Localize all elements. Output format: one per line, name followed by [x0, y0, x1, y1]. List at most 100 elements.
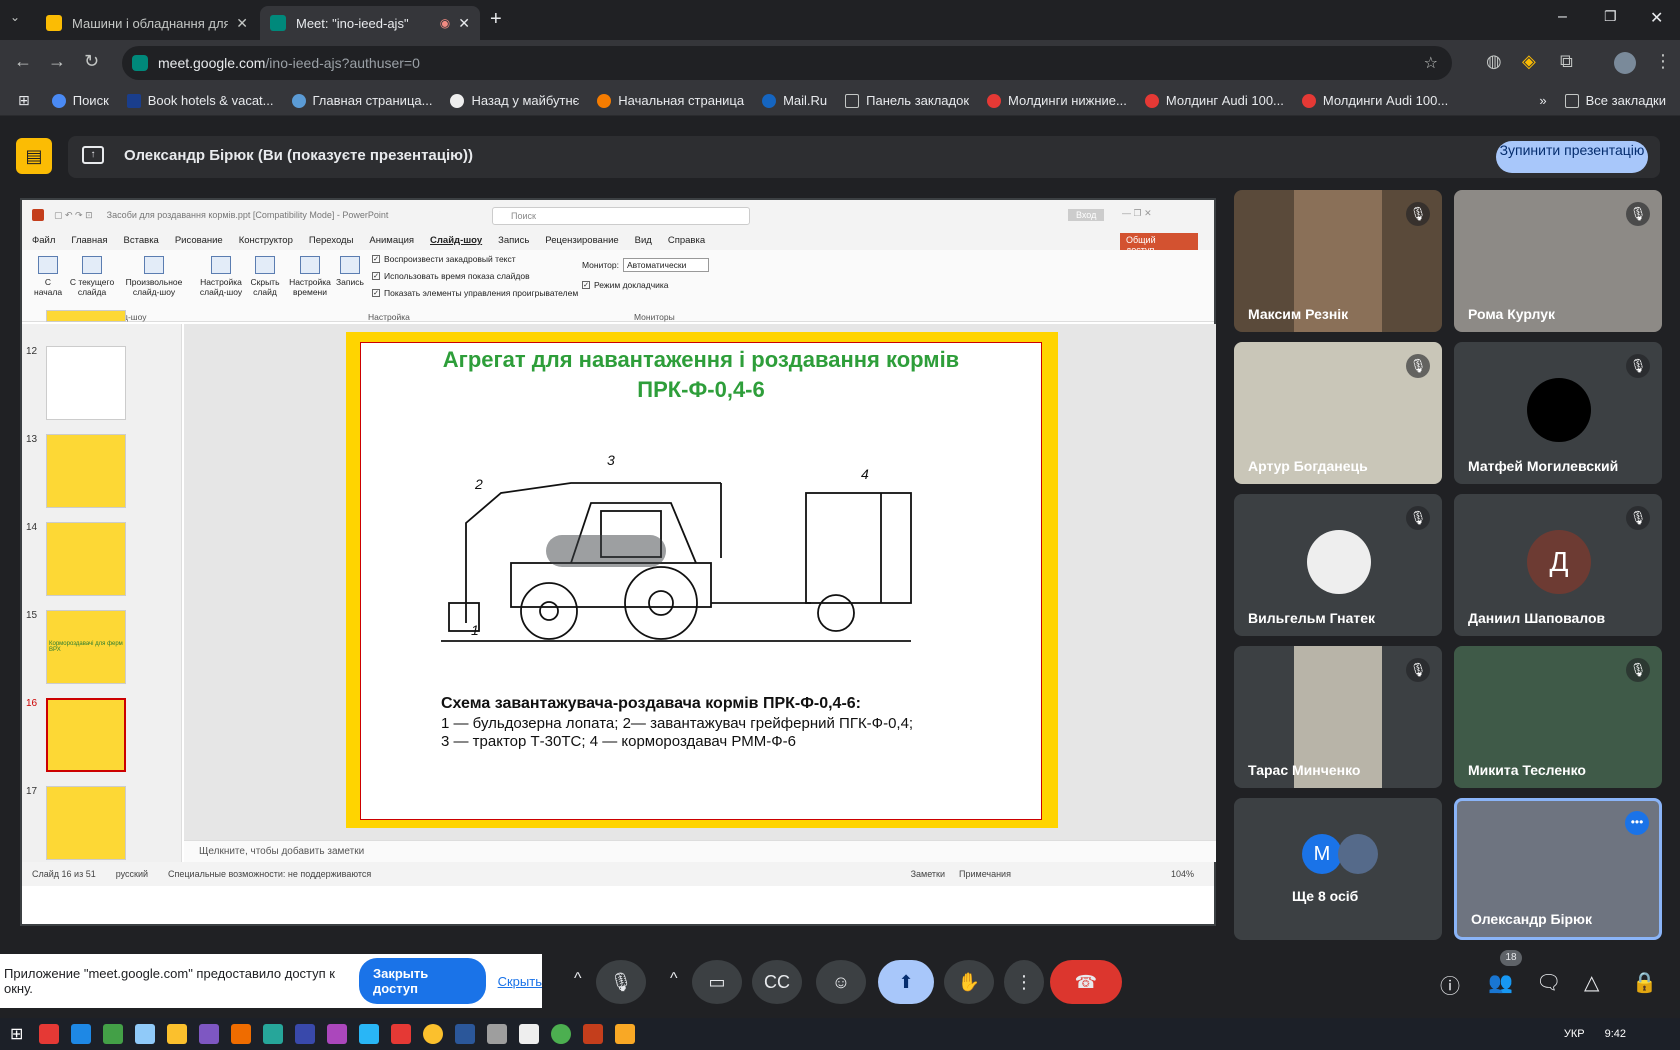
close-tab-icon[interactable]: ✕ — [236, 15, 248, 32]
tab-record[interactable]: Запись — [498, 235, 529, 246]
rehearse-timings-button[interactable]: Настройка времени — [288, 256, 332, 297]
bookmark-item[interactable]: Book hotels & vacat... — [126, 93, 274, 108]
slide-thumb-selected[interactable] — [46, 698, 126, 772]
bookmark-item[interactable]: Молдинг Audi 100... — [1144, 93, 1284, 108]
participant-tile[interactable]: 🎙 Матфей Могилевский — [1454, 342, 1662, 484]
tab-design[interactable]: Конструктор — [239, 235, 293, 246]
custom-show-button[interactable]: Произвольное слайд-шоу — [122, 256, 186, 297]
tab-transitions[interactable]: Переходы — [309, 235, 354, 246]
site-info-icon[interactable] — [132, 55, 148, 71]
media-controls-checkbox[interactable]: ✓ Показать элементы управления проигрыват… — [372, 288, 578, 298]
chrome-icon[interactable] — [551, 1024, 572, 1044]
participant-tile[interactable]: 🎙 Артур Богданець — [1234, 342, 1442, 484]
tab-slideshow[interactable]: Слайд-шоу — [430, 235, 482, 246]
menu-dots-icon[interactable]: ⋮ — [1654, 51, 1672, 72]
tab-view[interactable]: Вид — [635, 235, 652, 246]
captions-button[interactable]: CC — [752, 960, 802, 1004]
tab-search-icon[interactable]: ⌄ — [10, 10, 20, 24]
ppt-search-input[interactable]: Поиск — [492, 207, 750, 225]
settings-icon[interactable] — [487, 1024, 508, 1044]
start-icon[interactable]: ⊞ — [10, 1024, 23, 1044]
slide-thumb[interactable] — [46, 786, 126, 860]
new-tab-button[interactable]: + — [490, 8, 502, 31]
bookmark-item[interactable]: Mail.Ru — [762, 93, 827, 108]
chat-icon[interactable]: 🗨 — [1536, 970, 1561, 995]
tab-animation[interactable]: Анимация — [369, 235, 414, 246]
app-icon[interactable] — [199, 1024, 220, 1044]
qat-icons[interactable]: ▢ ↶ ↷ ⊡ — [54, 210, 93, 221]
presenter-view-checkbox[interactable]: ✓ Режим докладчика — [582, 280, 669, 290]
meeting-info-icon[interactable]: ⓘ — [1440, 970, 1460, 999]
audio-options-icon[interactable]: ^ — [574, 970, 582, 988]
tray-clock[interactable]: 9:42 — [1605, 1028, 1626, 1040]
app-icon[interactable] — [167, 1024, 188, 1044]
app-icon[interactable] — [39, 1024, 60, 1044]
app-icon[interactable] — [359, 1024, 380, 1044]
reload-icon[interactable]: ↻ — [84, 51, 99, 72]
extension-icon[interactable]: ◍ — [1486, 51, 1502, 72]
bookmark-folder[interactable]: Панель закладок — [845, 93, 969, 108]
more-options-button[interactable]: ⋮ — [1004, 960, 1044, 1004]
app-icon[interactable] — [135, 1024, 156, 1044]
slide-thumb[interactable]: Кормороздавачі для ферм ВРХ — [46, 610, 126, 684]
slide-thumb[interactable] — [46, 434, 126, 508]
bookmark-star-icon[interactable]: ☆ — [1424, 53, 1438, 73]
bookmark-item[interactable]: Поиск — [51, 93, 109, 108]
app-icon[interactable] — [263, 1024, 284, 1044]
tab-meet[interactable]: Meet: "ino-ieed-ajs" ◉ ✕ — [260, 6, 480, 40]
bookmark-item[interactable]: Начальная страница — [597, 93, 744, 108]
bookmark-item[interactable]: Главная страница... — [291, 93, 432, 108]
tab-machines[interactable]: Машини і обладнання для тва ✕ — [36, 6, 258, 40]
tab-review[interactable]: Рецензирование — [545, 235, 618, 246]
slide-thumb[interactable] — [46, 522, 126, 596]
restore-icon[interactable]: ❐ — [1604, 8, 1617, 25]
powerpoint-icon[interactable] — [583, 1024, 604, 1044]
tray-lang[interactable]: УКР — [1564, 1028, 1585, 1040]
word-icon[interactable] — [455, 1024, 476, 1044]
puzzle-icon[interactable]: ⧉ — [1560, 51, 1573, 72]
participant-tile[interactable]: 🎙 Рома Курлук — [1454, 190, 1662, 332]
tab-home[interactable]: Главная — [71, 235, 107, 246]
participant-tile[interactable]: 🎙 Тарас Минченко — [1234, 646, 1442, 788]
self-tile[interactable]: ••• Олександр Бірюк — [1454, 798, 1662, 940]
extension-icon[interactable]: ◈ — [1522, 51, 1536, 72]
hide-link[interactable]: Скрыть — [498, 974, 542, 989]
app-icon[interactable] — [71, 1024, 92, 1044]
close-tab-icon[interactable]: ✕ — [458, 15, 470, 32]
present-button[interactable]: ⬆ — [878, 960, 934, 1004]
bookmark-item[interactable]: Молдинги Audi 100... — [1301, 93, 1448, 108]
comments-toggle[interactable]: Примечания — [959, 869, 1011, 879]
from-current-button[interactable]: С текущего слайда — [66, 256, 118, 297]
from-start-button[interactable]: С начала — [34, 256, 62, 297]
raise-hand-button[interactable]: ✋ — [944, 960, 994, 1004]
address-bar[interactable]: meet.google.com/ino-ieed-ajs?authuser=0 … — [122, 46, 1452, 80]
slide-thumb[interactable] — [46, 346, 126, 420]
tab-draw[interactable]: Рисование — [175, 235, 223, 246]
stop-sharing-button[interactable]: Закрыть доступ — [358, 958, 486, 1004]
back-icon[interactable]: ← — [14, 51, 32, 72]
timings-checkbox[interactable]: ✓ Использовать время показа слайдов — [372, 271, 530, 281]
stop-presenting-button[interactable]: Зупинити презентацію — [1496, 141, 1648, 173]
app-icon[interactable] — [103, 1024, 124, 1044]
people-icon[interactable]: 👥 — [1488, 970, 1513, 995]
activities-icon[interactable]: △ — [1584, 970, 1599, 995]
narration-checkbox[interactable]: ✓ Воспроизвести закадровый текст — [372, 254, 516, 264]
others-tile[interactable]: M Ще 8 осіб — [1234, 798, 1442, 940]
bookmark-item[interactable]: Назад у майбутнє — [450, 93, 579, 108]
app-icon[interactable] — [327, 1024, 348, 1044]
notes-pane[interactable]: Щелкните, чтобы добавить заметки — [184, 840, 1216, 862]
participant-tile[interactable]: Д 🎙 Даниил Шаповалов — [1454, 494, 1662, 636]
monitor-select[interactable]: Монитор: Автоматически — [582, 258, 710, 272]
apps-icon[interactable]: ⊞ — [18, 92, 30, 109]
current-slide[interactable]: Агрегат для навантаження і роздавання ко… — [346, 332, 1058, 828]
camera-button[interactable]: ▭ — [692, 960, 742, 1004]
close-window-icon[interactable]: ✕ — [1650, 8, 1663, 28]
app-icon[interactable] — [391, 1024, 412, 1044]
meet-hover-controls[interactable] — [546, 535, 666, 567]
tab-insert[interactable]: Вставка — [124, 235, 159, 246]
record-button[interactable]: Запись — [334, 256, 366, 287]
chrome-icon[interactable] — [423, 1024, 444, 1044]
signin-button[interactable]: Вход — [1068, 209, 1105, 221]
participant-tile[interactable]: 🎙 Вильгельм Гнатек — [1234, 494, 1442, 636]
notepad-icon[interactable] — [519, 1024, 540, 1044]
